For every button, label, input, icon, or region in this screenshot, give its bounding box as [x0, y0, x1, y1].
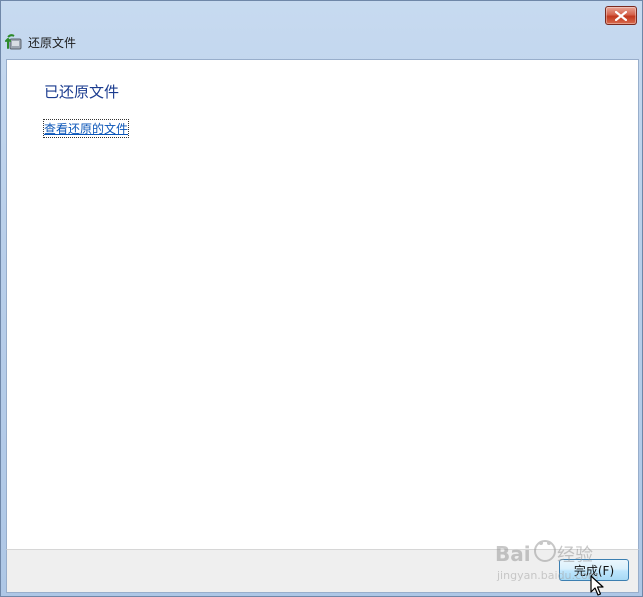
mouse-cursor-icon	[590, 575, 604, 596]
footer-bar: 完成(F)	[6, 549, 639, 593]
title-bar: 还原文件	[5, 31, 636, 53]
page-title: 已还原文件	[44, 83, 120, 101]
view-restored-files-link[interactable]: 查看还原的文件	[42, 119, 130, 138]
dialog-window: 还原文件 已还原文件 查看还原的文件 完成(F) Bai 经验 jingyan.…	[0, 0, 643, 597]
window-title: 还原文件	[28, 35, 77, 50]
restore-files-icon	[5, 34, 22, 50]
close-button[interactable]	[605, 6, 637, 25]
close-icon	[615, 10, 627, 21]
content-panel: 已还原文件 查看还原的文件	[6, 59, 639, 549]
